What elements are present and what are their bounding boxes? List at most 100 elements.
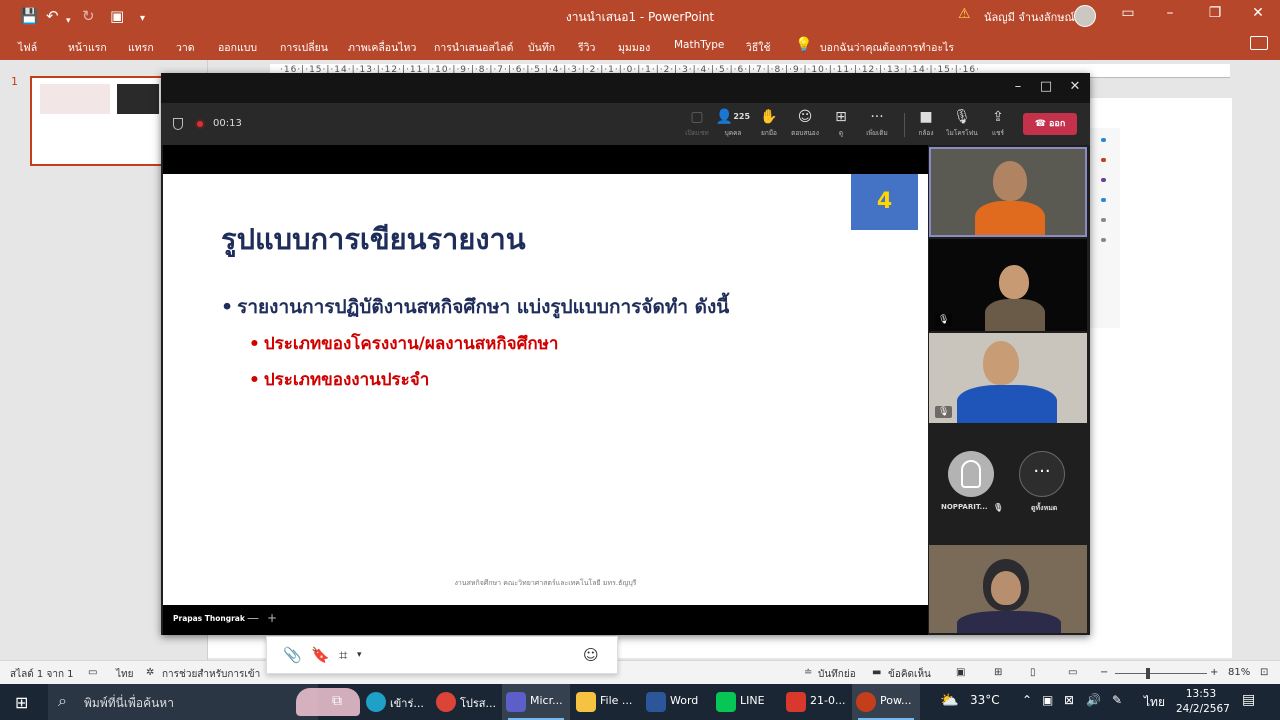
mic-button[interactable]: 🎙 ไมโครโฟน — [942, 109, 982, 138]
participant-body — [957, 611, 1061, 633]
comments-button[interactable]: ข้อคิดเห็น — [888, 667, 931, 682]
teams-minimize-icon[interactable]: – — [1009, 79, 1027, 94]
taskbar-app-powerpoint[interactable]: Pow... — [852, 684, 920, 720]
accessibility-icon[interactable]: ✲ — [146, 667, 154, 678]
tab-mathtype[interactable]: MathType — [674, 39, 724, 51]
tab-insert[interactable]: แทรก — [128, 39, 154, 56]
crop-dropdown-icon[interactable]: ▾ — [357, 650, 362, 660]
raise-hand-button[interactable]: ✋ ยกมือ — [749, 109, 789, 138]
teams-maximize-icon[interactable]: □ — [1037, 79, 1055, 94]
user-name[interactable]: นัลญมี จำนงลักษณ์ — [984, 8, 1075, 26]
tab-record[interactable]: บันทึก — [528, 39, 555, 56]
normal-view-icon[interactable]: ▣ — [956, 667, 965, 678]
comments-status-icon[interactable]: ▬ — [872, 667, 881, 678]
participant-avatar[interactable] — [948, 451, 994, 497]
leave-button[interactable]: ☎ ออก — [1023, 113, 1077, 135]
strip-dot — [1101, 158, 1106, 162]
user-avatar[interactable] — [1074, 5, 1096, 27]
temperature[interactable]: 33°C — [970, 693, 1000, 707]
zoom-slider-track[interactable] — [1115, 673, 1207, 674]
volume-icon[interactable]: 🔊 — [1086, 693, 1101, 707]
ribbon-display-options-icon[interactable]: ▭ — [1118, 5, 1138, 21]
share-label: แชร์ — [991, 129, 1005, 137]
more-button[interactable]: ··· เพิ่มเติม — [857, 109, 897, 138]
person-icon — [961, 460, 981, 488]
react-button[interactable]: ☺ ตอบสนอง — [785, 109, 825, 138]
view-button[interactable]: ⊞ ดู — [821, 109, 861, 138]
muted-mic-icon: 🎙 — [993, 503, 1004, 512]
zoom-out-share-icon[interactable]: — — [247, 611, 259, 625]
tab-review[interactable]: รีวิว — [578, 39, 595, 56]
taskbar-search[interactable]: ⌕ พิมพ์ที่นี่เพื่อค้นหา — [48, 684, 360, 720]
participant-video-tile[interactable]: 🎙 — [929, 239, 1087, 331]
ime-indicator[interactable]: ไทย — [1144, 693, 1165, 712]
warning-icon[interactable]: ⚠ — [958, 6, 971, 22]
show-hidden-icons-icon[interactable]: ⌃ — [1022, 693, 1032, 707]
folder-icon — [576, 692, 596, 712]
teams-close-icon[interactable]: ✕ — [1066, 79, 1084, 94]
taskbar-app-edge[interactable]: เข้าร่... — [362, 684, 430, 720]
close-icon[interactable]: ✕ — [1248, 5, 1268, 21]
presenter-name: Prapas Thongrak — [173, 614, 245, 623]
tab-view[interactable]: มุมมอง — [618, 39, 650, 56]
zoom-slider-thumb[interactable] — [1146, 668, 1151, 679]
task-view-button[interactable]: ⧉ — [324, 684, 354, 720]
restore-icon[interactable]: ❐ — [1205, 5, 1225, 21]
zoom-in-share-icon[interactable]: + — [267, 611, 277, 625]
taskbar-app-teams[interactable]: Micr... — [502, 684, 570, 720]
emoji-icon[interactable]: ☺ — [583, 646, 599, 664]
people-button[interactable]: 👤225 บุคคล — [713, 109, 753, 138]
notifications-icon[interactable]: ▤ — [1242, 692, 1255, 708]
fit-to-window-icon[interactable]: ⊡ — [1260, 667, 1268, 678]
taskbar-app-line[interactable]: LINE — [712, 684, 780, 720]
ribbon-tabs: ไฟล์ หน้าแรก แทรก วาด ออกแบบ การเปลี่ยน … — [0, 32, 1280, 60]
weather-icon[interactable]: ⛅ — [940, 691, 959, 709]
participant-video-tile[interactable] — [929, 545, 1087, 633]
comments-icon[interactable] — [1250, 36, 1268, 50]
paperclip-icon[interactable]: 📎 — [283, 646, 302, 664]
zoom-level[interactable]: 81% — [1228, 667, 1250, 678]
tab-draw[interactable]: วาด — [176, 39, 195, 56]
slide-sorter-icon[interactable]: ⊞ — [994, 667, 1002, 678]
reading-view-icon[interactable]: ▯ — [1030, 667, 1036, 678]
slide-count[interactable]: สไลด์ 1 จาก 1 — [10, 667, 74, 682]
spell-check-icon[interactable]: ▭ — [88, 667, 97, 678]
network-icon[interactable]: ⊠ — [1064, 693, 1074, 707]
tab-design[interactable]: ออกแบบ — [218, 39, 257, 56]
taskbar-clock[interactable]: 13:53 24/2/2567 — [1176, 687, 1230, 717]
taskbar-app-chrome[interactable]: โปรส... — [432, 684, 500, 720]
shield-icon[interactable] — [173, 118, 183, 130]
taskbar-app-file-explorer[interactable]: File ... — [572, 684, 640, 720]
language-indicator[interactable]: ไทย — [116, 667, 133, 682]
tab-transitions[interactable]: การเปลี่ยน — [280, 39, 328, 56]
tab-home[interactable]: หน้าแรก — [68, 39, 107, 56]
more-label: เพิ่มเติม — [866, 129, 888, 137]
share-button[interactable]: ⇪ แชร์ — [978, 109, 1018, 138]
zoom-in-icon[interactable]: + — [1210, 667, 1218, 678]
tab-animations[interactable]: ภาพเคลื่อนไหว — [348, 39, 416, 56]
tell-me-search[interactable]: บอกฉันว่าคุณต้องการทำอะไร — [820, 39, 954, 56]
zoom-out-icon[interactable]: − — [1100, 667, 1108, 678]
participant-video-tile[interactable] — [929, 147, 1087, 237]
tab-help[interactable]: วิธีใช้ — [746, 39, 771, 56]
taskbar-app-pdf[interactable]: 21-0... — [782, 684, 850, 720]
people-label: บุคคล — [724, 129, 742, 137]
slideshow-icon[interactable]: ▭ — [1068, 667, 1077, 678]
chat-button[interactable]: ▢ เปิดแชท — [677, 109, 717, 138]
more-participants-button[interactable]: ··· — [1019, 451, 1065, 497]
notes-button[interactable]: บันทึกย่อ — [818, 667, 856, 682]
participant-video-tile[interactable]: 🎙 — [929, 333, 1087, 423]
camera-button[interactable]: ■ กล้อง — [906, 109, 946, 138]
side-panel-strip — [1088, 128, 1120, 328]
crop-icon[interactable]: ⌗ — [339, 646, 347, 664]
camera-tray-icon[interactable]: ▣ — [1042, 693, 1053, 707]
notes-icon[interactable]: ≐ — [804, 667, 812, 678]
minimize-icon[interactable]: – — [1160, 5, 1180, 21]
start-button[interactable]: ⊞ — [8, 684, 42, 720]
accessibility-status[interactable]: การช่วยสำหรับการเข้า — [162, 667, 260, 682]
tab-slideshow[interactable]: การนำเสนอสไลด์ — [434, 39, 513, 56]
bookmark-icon[interactable]: 🔖 — [311, 646, 330, 664]
pen-icon[interactable]: ✎ — [1112, 693, 1122, 707]
taskbar-app-word[interactable]: Word — [642, 684, 710, 720]
tab-file[interactable]: ไฟล์ — [18, 39, 37, 56]
